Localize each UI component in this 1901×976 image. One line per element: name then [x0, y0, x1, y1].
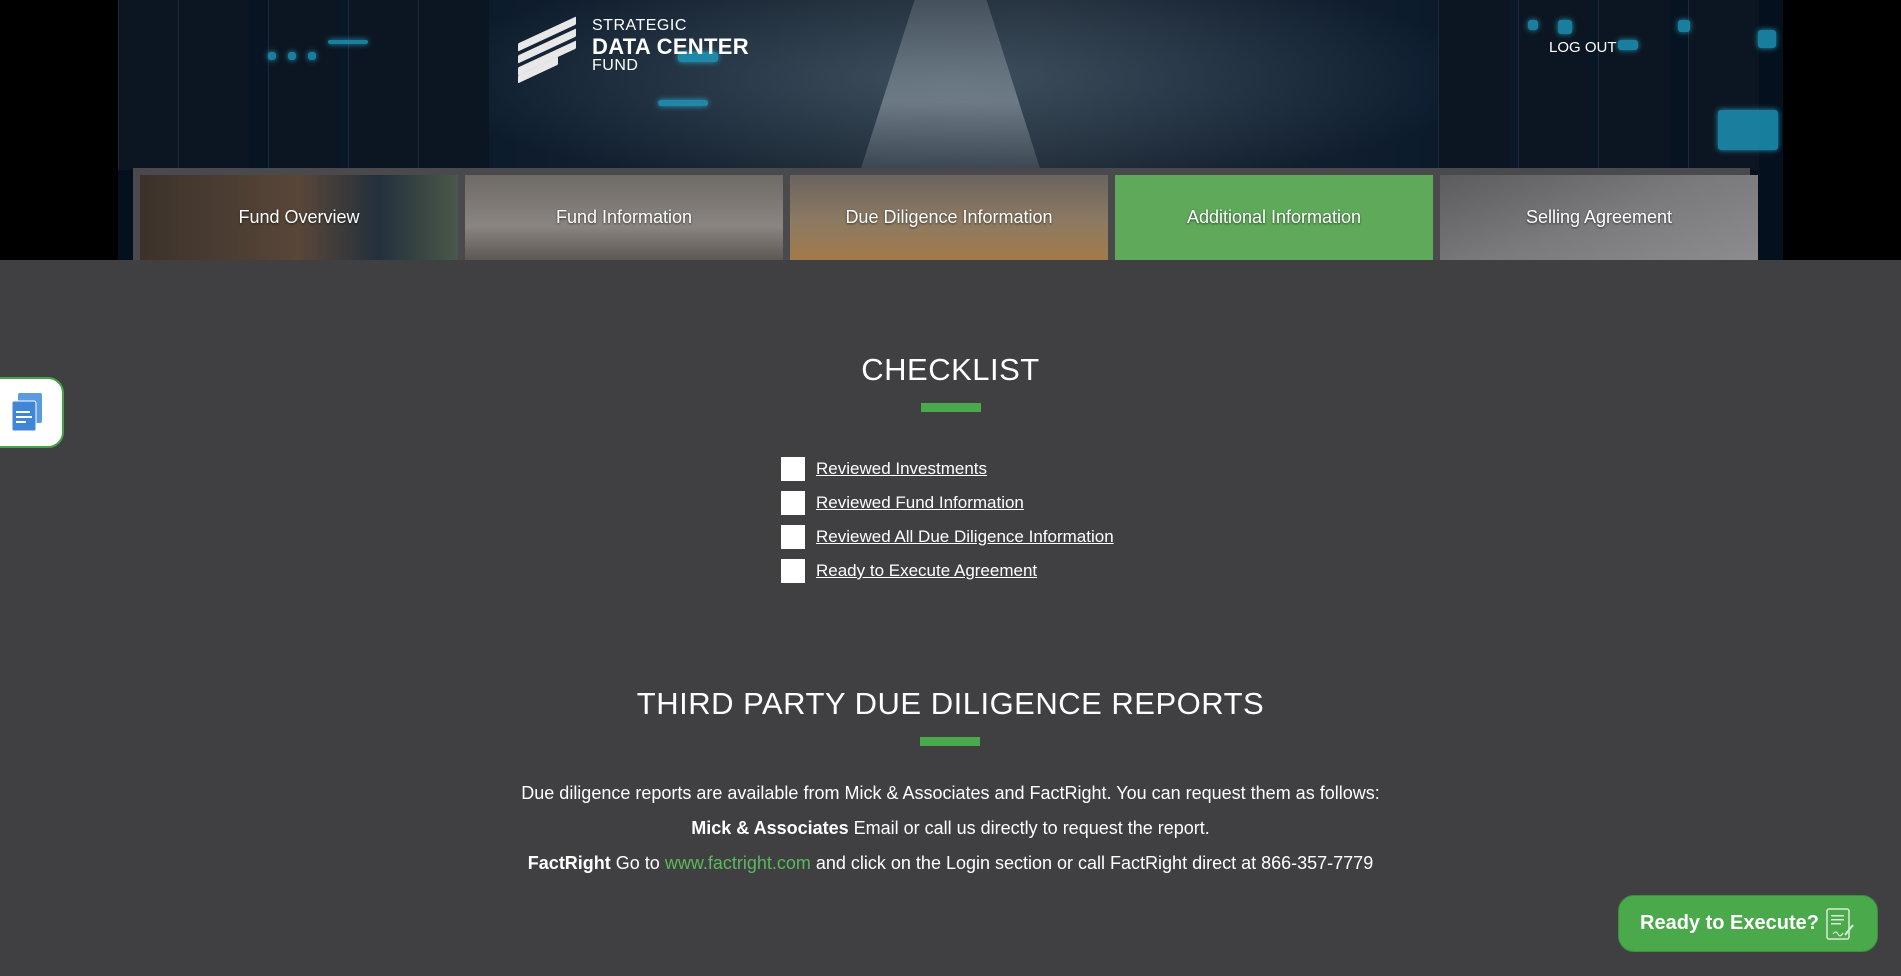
server-rack	[268, 0, 339, 170]
logo-line-3: FUND	[592, 56, 639, 74]
server-led	[658, 100, 708, 106]
tab-selling-agreement[interactable]: Selling Agreement	[1440, 175, 1758, 260]
checklist-item: Ready to Execute Agreement	[781, 554, 1114, 588]
tab-label: Selling Agreement	[1525, 207, 1673, 227]
checkbox[interactable]	[781, 457, 805, 481]
reports-title: THIRD PARTY DUE DILIGENCE REPORTS	[636, 686, 1265, 721]
checklist-item: Reviewed Investments	[781, 452, 1114, 486]
tab-additional-information[interactable]: Additional Information	[1115, 175, 1433, 260]
logo-line-1: STRATEGIC	[592, 17, 687, 34]
logo-mark-icon	[518, 16, 590, 84]
tab-fund-overview[interactable]: Fund Overview	[140, 175, 458, 260]
server-rack	[1598, 0, 1669, 170]
checkbox[interactable]	[781, 559, 805, 583]
checklist-item: Reviewed Fund Information	[781, 486, 1114, 520]
reports-title-underline	[920, 737, 980, 746]
server-led	[268, 52, 276, 60]
checklist-item-link[interactable]: Reviewed Investments	[816, 459, 987, 479]
documents-icon	[11, 392, 42, 431]
server-led	[1718, 110, 1778, 150]
tab-bar: Fund Overview Fund Information Due Dilig…	[133, 168, 1758, 260]
reports-mick-line: Mick & Associates Email or call us direc…	[0, 818, 1901, 839]
factright-link[interactable]: www.factright.com	[665, 853, 811, 873]
checklist-title: CHECKLIST	[861, 352, 1040, 387]
logo[interactable]: STRATEGIC DATA CENTER FUND	[518, 16, 749, 84]
factright-name: FactRight	[527, 853, 611, 873]
server-rack	[178, 0, 249, 170]
mick-text: Email or call us directly to request the…	[848, 818, 1210, 838]
tab-due-diligence-information[interactable]: Due Diligence Information	[790, 175, 1108, 260]
factright-post: and click on the Login section or call F…	[810, 853, 1374, 873]
logo-line-2: DATA CENTER	[592, 33, 749, 59]
server-led	[288, 52, 296, 60]
server-rack	[418, 0, 489, 170]
factright-pre: Go to	[610, 853, 665, 873]
server-led	[1678, 20, 1690, 32]
ready-to-execute-label: Ready to Execute?	[1640, 912, 1819, 934]
checklist: Reviewed Investments Reviewed Fund Infor…	[781, 452, 1114, 588]
ready-to-execute-button[interactable]: Ready to Execute?	[1618, 895, 1878, 952]
server-rack	[1438, 0, 1509, 170]
server-led	[1528, 20, 1538, 30]
signed-document-icon	[1826, 908, 1854, 940]
reports-intro: Due diligence reports are available from…	[521, 783, 1380, 803]
tab-label: Additional Information	[1186, 207, 1362, 227]
server-led	[308, 52, 316, 60]
checkbox[interactable]	[781, 525, 805, 549]
tab-label: Due Diligence Information	[845, 207, 1053, 227]
checklist-item-link[interactable]: Ready to Execute Agreement	[816, 561, 1037, 581]
checklist-item-link[interactable]: Reviewed Fund Information	[816, 493, 1024, 513]
tab-label: Fund Overview	[238, 207, 360, 227]
server-led	[1558, 20, 1572, 34]
tab-fund-information[interactable]: Fund Information	[465, 175, 783, 260]
server-led	[328, 40, 368, 44]
mick-name: Mick & Associates	[691, 818, 849, 838]
logo-text: STRATEGIC DATA CENTER FUND	[592, 17, 749, 75]
logout-link[interactable]: LOG OUT	[1549, 39, 1617, 56]
checklist-item-link[interactable]: Reviewed All Due Diligence Information	[816, 527, 1114, 547]
server-led	[1618, 40, 1638, 50]
checklist-title-underline	[921, 403, 981, 412]
hero-corridor	[860, 0, 1041, 170]
server-rack	[348, 0, 419, 170]
reports-factright-line: FactRight Go to www.factright.com and cl…	[0, 853, 1901, 874]
server-led	[1758, 30, 1776, 48]
header: STRATEGIC DATA CENTER FUND LOG OUT Fund …	[0, 0, 1901, 260]
checklist-item: Reviewed All Due Diligence Information	[781, 520, 1114, 554]
tab-label: Fund Information	[555, 207, 693, 227]
checkbox[interactable]	[781, 491, 805, 515]
